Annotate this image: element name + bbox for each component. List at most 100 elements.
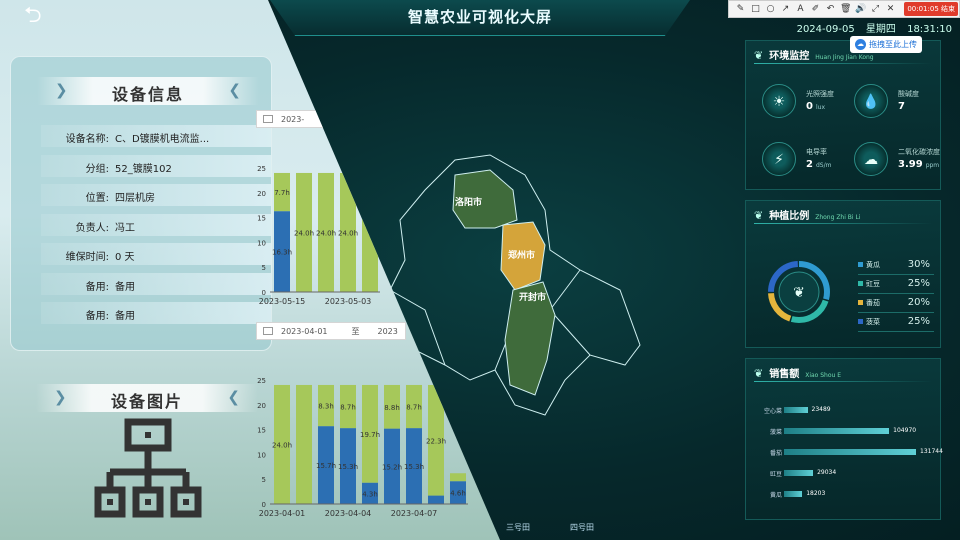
- map-region-east[interactable]: [549, 309, 591, 356]
- env-value: 3.99 ppm: [898, 159, 940, 170]
- sales-bar-row: 空心菜 23489: [746, 405, 942, 415]
- legend-swatch: [858, 262, 863, 267]
- device-info-header: ❯ 设备信息 ❮: [37, 77, 259, 105]
- legend-item[interactable]: 菠菜 25%: [858, 316, 934, 332]
- chart-bar[interactable]: [428, 495, 444, 504]
- bar-data-label: 19.7h: [360, 431, 380, 439]
- bar-data-label: 15.7h: [316, 462, 336, 470]
- bar-data-label: 4.3h: [362, 490, 378, 498]
- sales-bar[interactable]: [784, 470, 814, 476]
- chart-bar[interactable]: [296, 384, 312, 504]
- sales-bar-row: 黄瓜 18203: [746, 489, 942, 499]
- env-value: 2 dS/m: [806, 159, 832, 170]
- sales-bar[interactable]: [784, 407, 808, 413]
- legend-label: 黄瓜: [866, 261, 880, 269]
- date-picker-1[interactable]: 2023-: [256, 110, 326, 128]
- info-value: 备用: [115, 281, 135, 293]
- drag-upload-button[interactable]: ☁ 拖拽至此上传: [850, 36, 922, 53]
- legend-percent: 20%: [907, 297, 930, 308]
- recorder-tool-9[interactable]: ⤢: [870, 4, 881, 14]
- chevron-left-icon: ❮: [227, 388, 240, 406]
- legend-item[interactable]: 豇豆 25%: [858, 278, 934, 294]
- sales-value: 131744: [920, 448, 943, 455]
- recording-timer-button[interactable]: 00:01:05 结束: [904, 2, 958, 16]
- y-tick-label: 20: [257, 190, 266, 198]
- bar-data-label: 24.0h: [338, 229, 358, 237]
- tab-field-3[interactable]: 三号田: [506, 522, 530, 533]
- bar-data-label: 4.6h: [450, 490, 466, 498]
- sales-bar[interactable]: [784, 491, 803, 497]
- chart-bar[interactable]: [450, 473, 466, 482]
- env-value: 0 lux: [806, 101, 825, 112]
- legend-underline: [858, 331, 934, 332]
- legend-swatch: [858, 300, 863, 305]
- legend-label: 豇豆: [866, 280, 880, 288]
- legend-label: 菠菜: [866, 318, 880, 326]
- y-tick-label: 0: [262, 289, 266, 297]
- y-tick-label: 10: [257, 239, 266, 247]
- device-info-row: 分组: 52_镀膜102: [41, 154, 271, 177]
- chevron-left-icon: ❮: [228, 81, 241, 99]
- sales-panel-header: ❦ 销售额 Xiao Shou E: [754, 365, 841, 380]
- sales-bar[interactable]: [784, 428, 890, 434]
- sales-bar[interactable]: [784, 449, 916, 455]
- legend-item[interactable]: 黄瓜 30%: [858, 259, 934, 275]
- legend-underline: [858, 274, 934, 275]
- recorder-tool-7[interactable]: 🗑: [840, 4, 851, 14]
- legend-underline: [858, 312, 934, 313]
- recorder-tool-1[interactable]: □: [750, 4, 761, 14]
- sales-panel-subtitle: Xiao Shou E: [805, 372, 842, 379]
- recorder-tool-2[interactable]: ○: [765, 4, 776, 14]
- x-tick-label: 2023-04-07: [391, 509, 438, 518]
- env-item-light: ☀ 光照强度 0 lux: [762, 81, 850, 121]
- recorder-tool-4[interactable]: A: [795, 4, 806, 14]
- env-monitor-panel: ❦ 环境监控 Huan Jing Jian Kong ☀ 光照强度 0 lux 💧…: [745, 40, 941, 190]
- env-label: 光照强度: [806, 90, 834, 98]
- device-info-row: 负责人: 冯工: [41, 213, 271, 236]
- sun-icon: ☀: [762, 84, 796, 118]
- env-item-co2: ☁ 二氧化碳浓度 3.99 ppm: [854, 139, 942, 179]
- x-tick-label: 2023-04-01: [259, 509, 306, 518]
- y-tick-label: 25: [257, 377, 266, 385]
- bar-data-label: 22.3h: [426, 437, 446, 445]
- bar-data-label: 8.3h: [318, 403, 334, 411]
- datetime-display: 2024-09-05 星期四 18:31:10: [789, 20, 952, 35]
- info-key: 分组:: [85, 163, 109, 175]
- bar-data-label: 7.7h: [274, 189, 290, 197]
- device-image-header: ❯ 设备图片 ❮: [36, 384, 258, 412]
- sales-category: 菠菜: [769, 429, 782, 436]
- recorder-tool-3[interactable]: ↗: [780, 4, 791, 14]
- map-label-zhengzhou: 郑州市: [508, 249, 535, 261]
- env-item-conductivity: ⚡ 电导率 2 dS/m: [762, 139, 850, 179]
- sales-panel-title: 销售额: [769, 369, 800, 380]
- planting-ratio-panel: ❦ 种植比例 Zhong Zhi Bi Li ❦ 黄瓜 30% 豇豆 25% 番茄 20%…: [745, 200, 941, 348]
- tab-field-4[interactable]: 四号田: [570, 522, 594, 533]
- x-tick-label: 2023-05-03: [325, 297, 372, 306]
- recorder-tool-5[interactable]: ✐: [810, 4, 821, 14]
- recorder-tool-10[interactable]: ✕: [885, 4, 896, 14]
- sales-value: 23489: [811, 406, 831, 413]
- recorder-tool-0[interactable]: ✎: [735, 4, 746, 14]
- bar-data-label: 24.0h: [272, 441, 292, 449]
- date-start-1: 2023-: [281, 114, 305, 124]
- legend-item[interactable]: 番茄 20%: [858, 297, 934, 313]
- sprout-icon: ❦: [754, 49, 764, 62]
- y-tick-label: 10: [257, 451, 266, 459]
- recorder-tool-6[interactable]: ↶: [825, 4, 836, 14]
- y-tick-label: 20: [257, 402, 266, 410]
- sales-category: 番茄: [769, 450, 782, 457]
- back-arrow-icon[interactable]: ⮌: [24, 0, 42, 36]
- planting-donut-chart[interactable]: ❦: [766, 259, 832, 325]
- date-range-picker-2[interactable]: 2023-04-01 至 2023: [256, 322, 406, 340]
- date-separator: 至: [351, 326, 360, 336]
- device-info-row: 备用: 备用: [41, 272, 271, 295]
- x-tick-label: 2023-04-04: [325, 509, 372, 518]
- date-end-2: 2023: [377, 326, 398, 336]
- bar-data-label: 15.3h: [404, 463, 424, 471]
- sales-bar-row: 番茄 131744: [746, 447, 943, 457]
- calendar-icon: [263, 115, 273, 123]
- y-tick-label: 15: [257, 215, 266, 223]
- info-key: 备用:: [85, 311, 109, 322]
- sprout-icon: ❦: [754, 367, 764, 380]
- recorder-tool-8[interactable]: 🔊: [855, 4, 866, 14]
